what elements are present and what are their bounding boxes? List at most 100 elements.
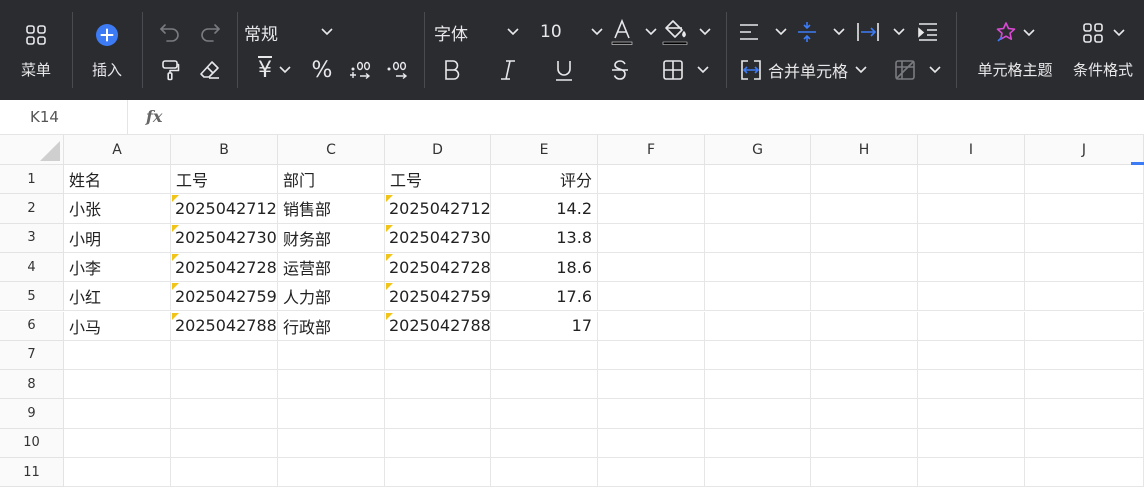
cell-h1[interactable]: [811, 165, 918, 195]
cell-b1[interactable]: 工号: [171, 165, 278, 195]
cell-a8[interactable]: [64, 370, 171, 400]
underline-button[interactable]: [550, 56, 578, 84]
fill-color-button[interactable]: [662, 16, 712, 48]
cell-c8[interactable]: [278, 370, 385, 400]
cell-c2[interactable]: 销售部: [278, 194, 385, 224]
cell-c5[interactable]: 人力部: [278, 282, 385, 312]
cell-g1[interactable]: [705, 165, 811, 195]
cell-e4[interactable]: 18.6: [491, 252, 598, 283]
format-painter-button[interactable]: [156, 56, 184, 84]
cell-f7[interactable]: [598, 340, 705, 371]
cell-d2[interactable]: 2025042712: [385, 194, 491, 224]
cell-f6[interactable]: [598, 311, 705, 341]
cell-h9[interactable]: [811, 399, 918, 429]
cell-e11[interactable]: [491, 458, 598, 488]
cell-f1[interactable]: [598, 165, 705, 195]
currency-format-button[interactable]: ¥: [250, 56, 300, 84]
cell-j11[interactable]: [1025, 458, 1144, 488]
cell-e5[interactable]: 17.6: [491, 282, 598, 312]
cell-e6[interactable]: 17: [491, 311, 598, 341]
cell-h7[interactable]: [811, 340, 918, 371]
cell-c7[interactable]: [278, 340, 385, 371]
cell-b4[interactable]: 2025042728: [171, 252, 278, 283]
cell-a10[interactable]: [64, 428, 171, 458]
cell-d4[interactable]: 2025042728: [385, 252, 491, 283]
cell-i6[interactable]: [918, 311, 1025, 341]
row-header[interactable]: 8: [0, 370, 64, 400]
row-header[interactable]: 1: [0, 165, 64, 195]
cell-e2[interactable]: 14.2: [491, 194, 598, 224]
cell-g9[interactable]: [705, 399, 811, 429]
text-wrap-button[interactable]: [856, 18, 906, 46]
undo-button[interactable]: [156, 18, 184, 46]
freeze-button[interactable]: [894, 56, 942, 84]
cell-i3[interactable]: [918, 223, 1025, 253]
cell-c6[interactable]: 行政部: [278, 311, 385, 341]
cell-h11[interactable]: [811, 458, 918, 488]
cell-f8[interactable]: [598, 370, 705, 400]
cell-f3[interactable]: [598, 223, 705, 253]
cell-g6[interactable]: [705, 311, 811, 341]
cell-reference-box[interactable]: K14: [0, 100, 128, 134]
column-header-d[interactable]: D: [385, 135, 491, 165]
column-header-i[interactable]: I: [918, 135, 1025, 165]
row-header[interactable]: 3: [0, 223, 64, 253]
formula-input[interactable]: [180, 100, 1130, 134]
cell-i10[interactable]: [918, 428, 1025, 458]
cell-e9[interactable]: [491, 399, 598, 429]
cell-e7[interactable]: [491, 340, 598, 371]
percent-format-button[interactable]: %: [308, 56, 336, 84]
font-color-button[interactable]: [610, 16, 658, 48]
horizontal-align-button[interactable]: [738, 18, 788, 46]
decrease-decimal-button[interactable]: [384, 56, 412, 84]
borders-button[interactable]: [662, 56, 710, 84]
cell-theme-button[interactable]: [994, 18, 1036, 48]
cell-h6[interactable]: [811, 311, 918, 341]
cell-a6[interactable]: 小马: [64, 311, 171, 341]
cell-i8[interactable]: [918, 370, 1025, 400]
cell-h4[interactable]: [811, 252, 918, 283]
cell-j6[interactable]: [1025, 311, 1144, 341]
cell-j7[interactable]: [1025, 340, 1144, 371]
cell-b3[interactable]: 2025042730: [171, 223, 278, 253]
cell-j3[interactable]: [1025, 223, 1144, 253]
row-header[interactable]: 9: [0, 399, 64, 429]
row-header[interactable]: 7: [0, 340, 64, 371]
cell-j10[interactable]: [1025, 428, 1144, 458]
cell-d8[interactable]: [385, 370, 491, 400]
cell-b7[interactable]: [171, 340, 278, 371]
increase-decimal-button[interactable]: [346, 56, 374, 84]
merge-cells-button[interactable]: 合并单元格: [740, 56, 868, 84]
cell-j9[interactable]: [1025, 399, 1144, 429]
redo-button[interactable]: [196, 18, 224, 46]
cell-d7[interactable]: [385, 340, 491, 371]
cell-d11[interactable]: [385, 458, 491, 488]
cell-c11[interactable]: [278, 458, 385, 488]
cell-a5[interactable]: 小红: [64, 282, 171, 312]
cell-i9[interactable]: [918, 399, 1025, 429]
row-header[interactable]: 10: [0, 428, 64, 458]
conditional-format-button[interactable]: [1082, 18, 1126, 48]
cell-d10[interactable]: [385, 428, 491, 458]
vertical-align-button[interactable]: [796, 18, 846, 46]
cell-b10[interactable]: [171, 428, 278, 458]
cell-h5[interactable]: [811, 282, 918, 312]
cell-j2[interactable]: [1025, 194, 1144, 224]
cell-g3[interactable]: [705, 223, 811, 253]
cell-h3[interactable]: [811, 223, 918, 253]
cell-g7[interactable]: [705, 340, 811, 371]
cell-h2[interactable]: [811, 194, 918, 224]
cell-b9[interactable]: [171, 399, 278, 429]
cell-h10[interactable]: [811, 428, 918, 458]
cell-i4[interactable]: [918, 252, 1025, 283]
column-header-j[interactable]: J: [1025, 135, 1144, 165]
insert-button[interactable]: [90, 20, 124, 50]
cell-e10[interactable]: [491, 428, 598, 458]
column-header-a[interactable]: A: [64, 135, 171, 165]
column-header-f[interactable]: F: [598, 135, 705, 165]
cell-g2[interactable]: [705, 194, 811, 224]
row-header[interactable]: 2: [0, 194, 64, 224]
column-header-b[interactable]: B: [171, 135, 278, 165]
cell-d9[interactable]: [385, 399, 491, 429]
cell-b8[interactable]: [171, 370, 278, 400]
